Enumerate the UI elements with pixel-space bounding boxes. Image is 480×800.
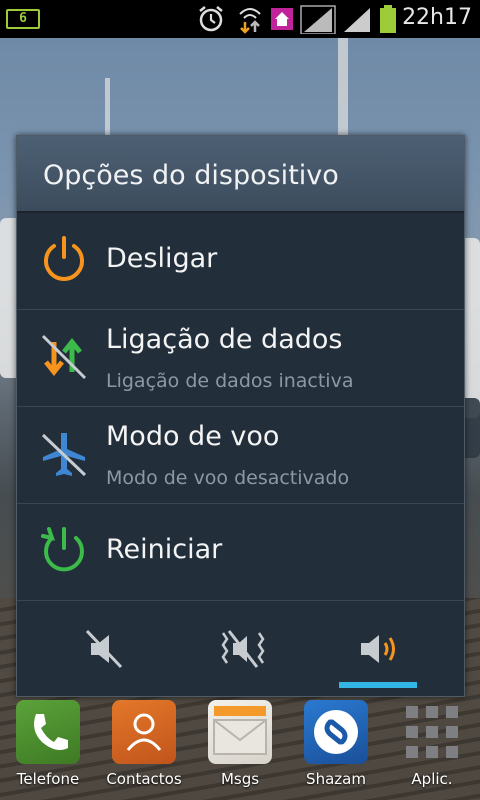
clock: 22h17 (402, 5, 472, 30)
shazam-icon (304, 700, 368, 764)
option-label: Modo de voo (106, 421, 280, 452)
dock-label: Telefone (16, 770, 80, 788)
option-label: Desligar (106, 243, 218, 274)
dock-label: Shazam (306, 770, 366, 788)
option-restart[interactable]: Reiniciar (17, 504, 464, 601)
restart-icon (41, 527, 84, 572)
option-subtitle: Ligação de dados inactiva (106, 370, 354, 392)
option-data-connection[interactable]: Ligação de dados Ligação de dados inacti… (17, 310, 464, 407)
dock-label: Contactos (106, 770, 182, 788)
data-transfer-icon (239, 8, 261, 34)
dock-item-telefone[interactable]: Telefone (8, 700, 88, 800)
option-label: Ligação de dados (106, 324, 343, 355)
messages-icon (208, 700, 272, 764)
dock-item-shazam[interactable]: Shazam (296, 700, 376, 800)
battery-icon (380, 5, 396, 33)
power-icon (44, 236, 84, 281)
option-label: Reiniciar (106, 534, 223, 565)
vibrate-icon[interactable] (217, 627, 267, 671)
option-airplane-mode[interactable]: Modo de voo Modo de voo desactivado (17, 407, 464, 504)
signal-icon (344, 8, 370, 32)
dialog-header: Opções do dispositivo (17, 136, 464, 213)
battery-icon: 6 (6, 9, 40, 29)
device-options-dialog: Opções do dispositivo Desligar Ligação d… (16, 135, 465, 697)
sound-mode-selected-indicator (339, 682, 417, 688)
contacts-icon (112, 700, 176, 764)
option-subtitle: Modo de voo desactivado (106, 467, 350, 489)
sound-on-icon[interactable] (355, 627, 405, 671)
dock-item-aplic[interactable]: Aplic. (392, 700, 472, 800)
sound-mode-row (17, 601, 464, 697)
status-bar: 6 22h17 (0, 0, 480, 38)
apps-grid-icon (400, 700, 464, 764)
dock-label: Aplic. (411, 770, 453, 788)
home-icon (271, 8, 293, 30)
dock-item-msgs[interactable]: Msgs (200, 700, 280, 800)
dock-label: Msgs (220, 770, 260, 788)
data-connection-icon (41, 334, 87, 380)
phone-icon (16, 700, 80, 764)
mute-icon[interactable] (81, 627, 131, 671)
signal-icon (300, 5, 336, 34)
option-power-off[interactable]: Desligar (17, 213, 464, 310)
dock-item-contactos[interactable]: Contactos (104, 700, 184, 800)
alarm-icon (199, 6, 223, 32)
airplane-icon (41, 433, 87, 477)
dialog-title: Opções do dispositivo (43, 160, 339, 191)
